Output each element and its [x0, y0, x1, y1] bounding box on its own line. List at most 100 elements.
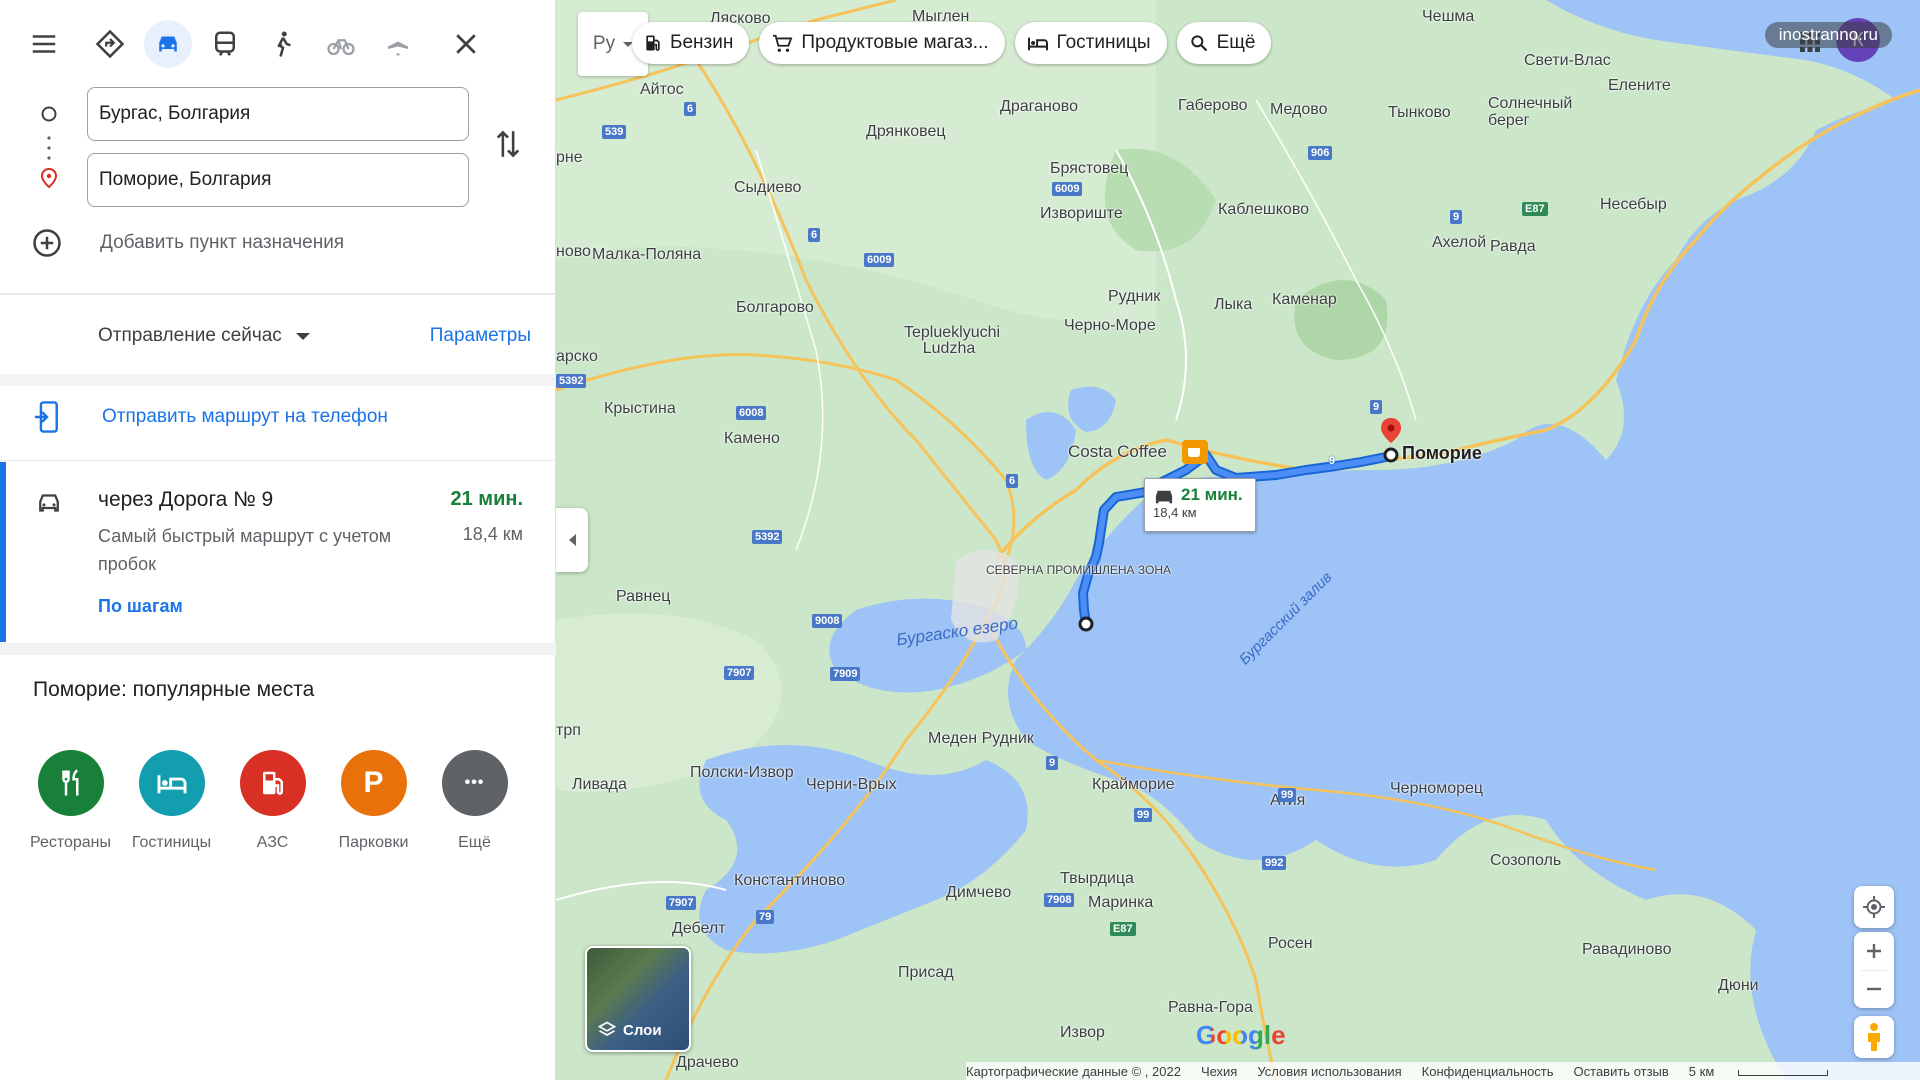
scale-label[interactable]: 5 км — [1689, 1064, 1848, 1079]
road-shield: 539 — [602, 125, 627, 139]
options-link[interactable]: Параметры — [430, 325, 531, 347]
mode-best[interactable] — [86, 20, 134, 68]
close-button[interactable] — [442, 20, 490, 68]
restaurant-icon — [37, 750, 104, 816]
road-shield: 9 — [1329, 455, 1336, 467]
road-shield: 6 — [808, 228, 821, 242]
road-shield: 6 — [684, 102, 697, 116]
road-shield: 6009 — [864, 253, 895, 267]
swap-icon[interactable] — [492, 126, 524, 162]
route-distance: 18,4 км — [462, 524, 523, 544]
minus-icon — [1867, 987, 1881, 991]
category-parking[interactable]: P Парковки — [323, 750, 424, 852]
map-label: Сыдиево — [734, 179, 802, 196]
chip-more[interactable]: Ещё — [1176, 22, 1272, 64]
callout-distance: 18,4 км — [1153, 505, 1197, 520]
mode-bike[interactable] — [317, 20, 365, 68]
map-label: Тынково — [1388, 104, 1451, 121]
map-label: Елените — [1608, 77, 1671, 94]
route-duration-callout[interactable]: 21 мин. 18,4 км — [1144, 478, 1256, 532]
mode-walk[interactable] — [259, 20, 307, 68]
road-shield: E87 — [1110, 922, 1136, 936]
close-icon — [456, 34, 476, 54]
category-label: Ещё — [458, 834, 491, 851]
category-hotels[interactable]: Гостиницы — [121, 750, 222, 852]
cart-icon — [773, 34, 793, 52]
map-label: Маринка — [1088, 894, 1154, 911]
send-to-phone-label: Отправить маршрут на телефон — [102, 406, 388, 427]
map-label: Несебыр — [1600, 196, 1667, 213]
road-shield: 906 — [1308, 146, 1333, 160]
map-label: Константиново — [734, 872, 846, 889]
collapse-panel-button[interactable] — [556, 508, 588, 572]
my-location-button[interactable] — [1854, 886, 1894, 928]
map-label: Черно-Море — [1064, 317, 1156, 334]
map-label: Ливада — [572, 776, 627, 793]
map-label: Камено — [724, 430, 780, 447]
map-label: Извориште — [1040, 205, 1123, 222]
category-gas[interactable]: АЗС — [222, 750, 323, 852]
map-label: Равадиново — [1582, 941, 1672, 958]
add-destination-button[interactable]: Добавить пункт назначения — [32, 228, 344, 258]
google-logo: Google — [1196, 1020, 1286, 1051]
map-footer: Картографические данные © , 2022 Чехия У… — [966, 1062, 1920, 1080]
chip-gas[interactable]: Бензин — [632, 22, 750, 64]
zoom-out-button[interactable] — [1865, 971, 1883, 1008]
chip-label: Продуктовые магаз... — [801, 32, 989, 53]
map-label: Крыстина — [604, 400, 676, 417]
road-shield: E87 — [1522, 202, 1548, 216]
category-more[interactable]: ••• Ещё — [424, 750, 525, 852]
country-link[interactable]: Чехия — [1201, 1064, 1237, 1079]
send-to-phone-button[interactable]: Отправить маршрут на телефон — [32, 400, 388, 434]
menu-button[interactable] — [20, 20, 68, 68]
destination-input[interactable]: Поморие, Болгария — [87, 153, 469, 207]
layers-button[interactable]: Слои — [585, 946, 691, 1052]
street-view-button[interactable] — [1854, 1016, 1894, 1058]
map-label: ново — [556, 243, 591, 260]
plus-icon — [1867, 944, 1881, 958]
route-title: через Дорога № 9 — [98, 488, 274, 511]
gas-icon — [646, 35, 660, 51]
category-restaurants[interactable]: Рестораны — [20, 750, 121, 852]
search-icon — [1190, 35, 1207, 52]
map-label: Teplueklyuchi Ludzha — [904, 324, 1001, 357]
terms-link[interactable]: Условия использования — [1257, 1064, 1401, 1079]
mode-flight[interactable] — [374, 20, 422, 68]
map-label: Свети-Влас — [1524, 52, 1611, 69]
category-list: Рестораны Гостиницы АЗС P Парковки ••• Е… — [20, 750, 525, 852]
selected-indicator — [0, 462, 6, 642]
map-label: Черни-Врых — [806, 776, 897, 793]
map-label: Извор — [1060, 1024, 1105, 1041]
directions-icon — [95, 29, 125, 59]
road-shield: 7907 — [666, 896, 697, 910]
chip-hotels[interactable]: Гостиницы — [1014, 22, 1167, 64]
map-label: Ахелой — [1432, 234, 1487, 251]
my-location-icon — [1863, 896, 1885, 918]
details-link[interactable]: По шагам — [98, 596, 183, 617]
chip-groceries[interactable]: Продуктовые магаз... — [759, 22, 1005, 64]
road-shield: 9 — [1046, 756, 1059, 770]
privacy-link[interactable]: Конфиденциальность — [1422, 1064, 1554, 1079]
origin-input[interactable]: Бургас, Болгария — [87, 87, 469, 141]
chip-label: Бензин — [670, 32, 734, 53]
map-label: Твырдица — [1060, 870, 1134, 887]
feedback-link[interactable]: Оставить отзыв — [1574, 1064, 1669, 1079]
map-label: Каменар — [1272, 291, 1337, 308]
map-canvas[interactable]: Поморие Costa Coffee Бургаско езеро Бург… — [556, 0, 1920, 1080]
mode-transit[interactable] — [201, 20, 249, 68]
route-option[interactable]: через Дорога № 9 21 мин. 18,4 км Самый б… — [0, 462, 556, 642]
map-label-costa-coffee[interactable]: Costa Coffee — [1068, 442, 1167, 462]
mode-car[interactable] — [144, 20, 192, 68]
map-label: Присад — [898, 964, 954, 981]
category-label: Гостиницы — [131, 834, 212, 851]
add-circle-icon — [33, 229, 61, 257]
road-shield: 7908 — [1044, 893, 1075, 907]
map-label: Дрянковец — [866, 123, 946, 140]
zoom-in-button[interactable] — [1865, 933, 1883, 970]
category-label: Парковки — [338, 834, 409, 851]
train-icon — [215, 31, 235, 56]
category-chips: Бензин Продуктовые магаз... Гостиницы Ещ… — [632, 22, 1281, 64]
divider — [0, 460, 556, 461]
map-label: Малка-Поляна — [592, 246, 702, 263]
departure-dropdown[interactable]: Отправление сейчас — [98, 325, 310, 347]
